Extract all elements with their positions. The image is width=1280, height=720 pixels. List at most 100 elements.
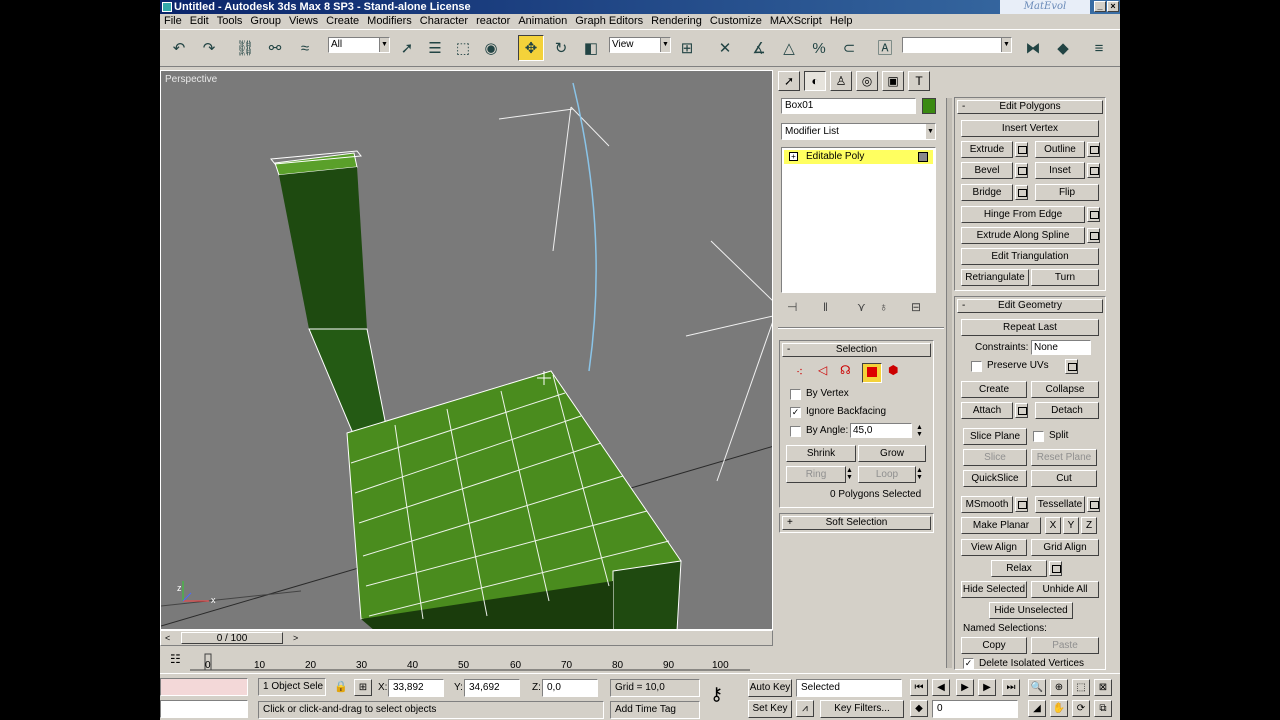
attach-list-icon[interactable] (1015, 403, 1028, 418)
hide-unselected-button[interactable]: Hide Unselected (989, 602, 1073, 619)
menu-character[interactable]: Character (416, 14, 472, 29)
view-align-button[interactable]: View Align (961, 539, 1027, 556)
zoom-extents-icon[interactable]: ⬚ (1072, 679, 1090, 696)
select-object-icon[interactable]: ➚ (394, 35, 420, 61)
prev-frame-icon[interactable]: ◀ (932, 679, 950, 696)
reset-plane-button[interactable]: Reset Plane (1031, 449, 1097, 466)
msmooth-settings-icon[interactable] (1015, 497, 1028, 512)
by-vertex-checkbox[interactable] (790, 389, 801, 400)
set-key-button[interactable]: Set Key (748, 700, 792, 718)
menu-file[interactable]: File (160, 14, 186, 29)
collapse-button[interactable]: Collapse (1031, 381, 1099, 398)
split-checkbox[interactable] (1033, 431, 1044, 442)
pin-stack-icon[interactable]: ⊣ (787, 300, 797, 314)
edit-named-sel-icon[interactable]: 🄰 (872, 35, 898, 61)
configure-sets-icon[interactable]: ⊟ (911, 300, 921, 314)
extrude-settings-icon[interactable] (1015, 142, 1028, 157)
menu-graph-editors[interactable]: Graph Editors (571, 14, 647, 29)
arc-rotate-icon[interactable]: ⟳ (1072, 700, 1090, 717)
absolute-mode-icon[interactable]: ⊞ (354, 679, 372, 696)
menu-create[interactable]: Create (322, 14, 363, 29)
msmooth-button[interactable]: MSmooth (961, 496, 1013, 513)
key-mode-dropdown[interactable]: Selected (796, 679, 902, 697)
by-angle-checkbox[interactable] (790, 426, 801, 437)
loop-spinner-icon[interactable]: ▲ ▼ (916, 467, 923, 481)
close-button[interactable]: × (1107, 1, 1119, 12)
zoom-extents-all-icon[interactable]: ⊠ (1094, 679, 1112, 696)
display-tab-icon[interactable]: ▣ (882, 71, 904, 91)
hide-selected-button[interactable]: Hide Selected (961, 581, 1027, 598)
auto-key-button[interactable]: Auto Key (748, 679, 792, 697)
planar-x-button[interactable]: X (1045, 517, 1061, 534)
modifier-stack[interactable]: + Editable Poly (781, 147, 936, 293)
select-move-icon[interactable]: ✥ (518, 35, 544, 61)
polygon-mode-icon[interactable] (862, 363, 882, 383)
zoom-all-icon[interactable]: ⊕ (1050, 679, 1068, 696)
select-by-name-icon[interactable]: ☰ (422, 35, 448, 61)
named-selection-dropdown[interactable]: ▼ (902, 37, 1012, 53)
stack-item-toggle-icon[interactable] (918, 152, 928, 162)
undo-icon[interactable]: ↶ (166, 35, 192, 61)
track-bar-menu-icon[interactable]: ☷ (170, 652, 181, 666)
pivot-center-icon[interactable]: ⊞ (674, 35, 700, 61)
soft-selection-header[interactable]: + Soft Selection (782, 516, 931, 530)
current-frame-field[interactable]: 0 (932, 700, 1018, 718)
insert-vertex-button[interactable]: Insert Vertex (961, 120, 1099, 137)
edit-polygons-header[interactable]: - Edit Polygons (957, 100, 1103, 114)
detach-button[interactable]: Detach (1035, 402, 1099, 419)
pan-icon[interactable]: ✋ (1050, 700, 1068, 717)
grid-align-button[interactable]: Grid Align (1031, 539, 1099, 556)
unhide-all-button[interactable]: Unhide All (1031, 581, 1099, 598)
remove-modifier-icon[interactable]: ♁ (879, 300, 888, 314)
vertex-mode-icon[interactable]: ⁖ (796, 365, 803, 379)
selection-rollout-header[interactable]: - Selection (782, 343, 931, 357)
perspective-viewport[interactable]: Perspective x z (160, 70, 773, 630)
z-coordinate[interactable]: 0,0 (542, 679, 598, 697)
menu-animation[interactable]: Animation (514, 14, 571, 29)
cut-button[interactable]: Cut (1031, 470, 1097, 487)
x-coordinate[interactable]: 33,892 (388, 679, 444, 697)
bevel-settings-icon[interactable] (1015, 163, 1028, 178)
loop-button[interactable]: Loop (858, 466, 916, 483)
key-mode-toggle-icon[interactable]: ◆ (910, 700, 928, 717)
turn-button[interactable]: Turn (1031, 269, 1099, 286)
constraints-dropdown[interactable]: None (1031, 340, 1091, 355)
goto-end-icon[interactable]: ⏭ (1002, 679, 1020, 696)
panel-scrollbar[interactable] (946, 98, 952, 668)
mirror-icon[interactable]: ⧓ (1020, 35, 1046, 61)
goto-start-icon[interactable]: ⏮ (910, 679, 928, 696)
edit-triangulation-button[interactable]: Edit Triangulation (961, 248, 1099, 265)
menu-edit[interactable]: Edit (186, 14, 213, 29)
inset-settings-icon[interactable] (1087, 163, 1100, 178)
maxscript-input[interactable] (160, 700, 248, 718)
retriangulate-button[interactable]: Retriangulate (961, 269, 1029, 286)
bind-space-warp-icon[interactable]: ≈ (292, 35, 318, 61)
modifier-list-dropdown[interactable]: Modifier List ▼ (781, 123, 936, 140)
edge-mode-icon[interactable]: ◁ (818, 363, 827, 377)
select-rotate-icon[interactable]: ↻ (548, 35, 574, 61)
extrude-button[interactable]: Extrude (961, 141, 1013, 158)
lock-selection-icon[interactable]: 🔒 (334, 680, 348, 693)
add-time-tag[interactable]: Add Time Tag (610, 701, 700, 719)
shrink-button[interactable]: Shrink (786, 445, 856, 462)
object-name-field[interactable]: Box01 (781, 98, 916, 114)
percent-snap-icon[interactable]: % (806, 35, 832, 61)
inset-button[interactable]: Inset (1035, 162, 1085, 179)
ring-spinner-icon[interactable]: ▲ ▼ (846, 467, 853, 481)
key-filters-button[interactable]: Key Filters... (820, 700, 904, 718)
hinge-from-edge-button[interactable]: Hinge From Edge (961, 206, 1085, 223)
object-color-swatch[interactable] (922, 98, 936, 114)
set-key-mode-icon[interactable]: ⚷ (710, 684, 723, 705)
attach-button[interactable]: Attach (961, 402, 1013, 419)
maximize-viewport-icon[interactable]: ⧉ (1094, 700, 1112, 717)
minimize-button[interactable]: _ (1094, 1, 1106, 12)
grow-button[interactable]: Grow (858, 445, 926, 462)
modify-tab-icon[interactable]: ◐ (804, 71, 826, 91)
selection-filter-dropdown[interactable]: All ▼ (328, 37, 390, 53)
play-icon[interactable]: ▶ (956, 679, 974, 696)
preserve-uvs-checkbox[interactable] (971, 361, 982, 372)
slice-plane-button[interactable]: Slice Plane (963, 428, 1027, 445)
tessellate-button[interactable]: Tessellate (1035, 496, 1085, 513)
extrude-along-spline-button[interactable]: Extrude Along Spline (961, 227, 1085, 244)
expand-icon[interactable]: + (789, 152, 798, 161)
